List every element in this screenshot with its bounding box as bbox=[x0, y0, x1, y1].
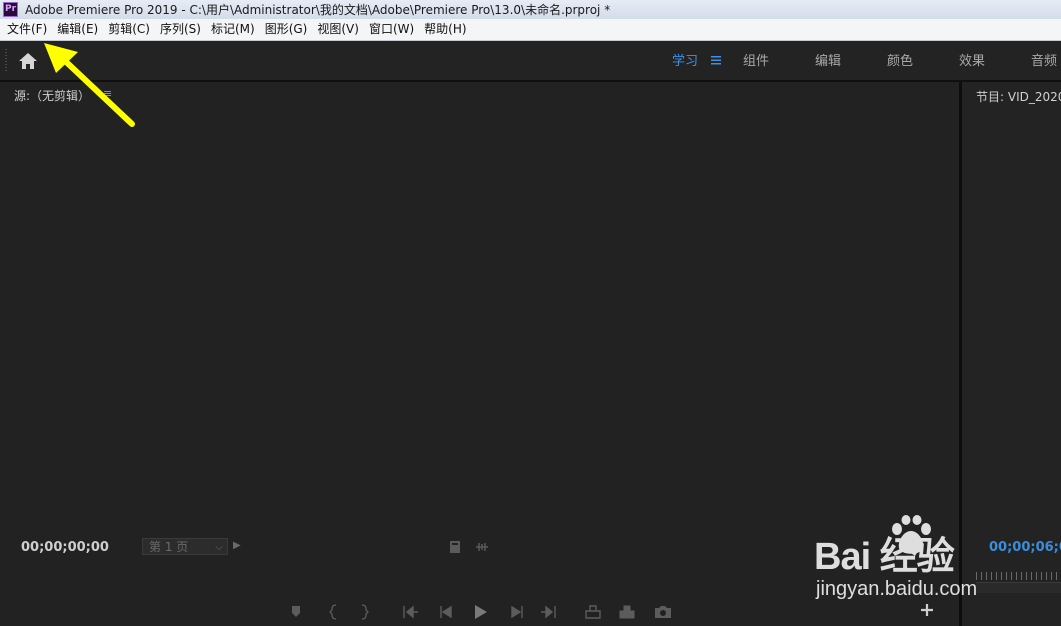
workspace-tab-learning[interactable]: 学习 bbox=[672, 50, 698, 69]
menu-bar: 文件(F) 编辑(E) 剪辑(C) 序列(S) 标记(M) 图形(G) 视图(V… bbox=[0, 19, 1061, 41]
mark-in-icon bbox=[329, 604, 337, 620]
menu-edit[interactable]: 编辑(E) bbox=[53, 20, 102, 39]
menu-window[interactable]: 窗口(W) bbox=[365, 20, 418, 39]
menu-view[interactable]: 视图(V) bbox=[313, 20, 363, 39]
workspace-tab-effects[interactable]: 效果 bbox=[959, 50, 985, 69]
add-marker-icon bbox=[292, 606, 300, 617]
source-settings-icons bbox=[450, 541, 488, 553]
source-timecode[interactable]: 00;00;00;00 bbox=[21, 540, 109, 555]
baidu-jingyan-watermark: Bai 经验 jingyan.baidu.com bbox=[814, 515, 1014, 605]
transport-controls bbox=[292, 604, 671, 620]
go-to-out-icon bbox=[541, 605, 556, 619]
toolbar-grip-icon[interactable] bbox=[5, 49, 7, 71]
add-button-icon[interactable] bbox=[920, 603, 934, 617]
chevron-down-icon: ⌵ bbox=[215, 542, 223, 553]
menu-graphics[interactable]: 图形(G) bbox=[261, 20, 312, 39]
page-select-value: 第 1 页 bbox=[149, 540, 189, 554]
program-monitor-tab[interactable]: 节目: VID_20200 bbox=[976, 88, 1061, 105]
menu-file[interactable]: 文件(F) bbox=[3, 20, 51, 39]
window-titlebar: Pr Adobe Premiere Pro 2019 - C:\用户\Admin… bbox=[0, 0, 1061, 19]
premiere-app-icon: Pr bbox=[3, 2, 18, 17]
home-icon[interactable] bbox=[17, 51, 39, 71]
menu-clip[interactable]: 剪辑(C) bbox=[104, 20, 154, 39]
insert-icon bbox=[585, 605, 601, 619]
menu-help[interactable]: 帮助(H) bbox=[420, 20, 470, 39]
source-monitor-tab[interactable]: 源:（无剪辑） bbox=[14, 87, 90, 104]
workspace-tab-assembly[interactable]: 组件 bbox=[743, 50, 769, 69]
menu-sequence[interactable]: 序列(S) bbox=[156, 20, 205, 39]
mark-out-icon bbox=[361, 604, 369, 620]
watermark-logo: Bai 经验 bbox=[814, 536, 955, 578]
workspace-tab-editing[interactable]: 编辑 bbox=[815, 50, 841, 69]
audio-waveform-icon bbox=[476, 543, 488, 551]
page-next-icon[interactable]: ▶ bbox=[233, 540, 241, 551]
workspace-bar: 学习 组件 编辑 颜色 效果 音频 bbox=[0, 41, 1061, 82]
watermark-url: jingyan.baidu.com bbox=[816, 578, 978, 600]
menu-markers[interactable]: 标记(M) bbox=[207, 20, 259, 39]
workspace-tab-color[interactable]: 颜色 bbox=[887, 50, 913, 69]
clip-settings-icon bbox=[450, 541, 460, 553]
workspace-tab-audio[interactable]: 音频 bbox=[1031, 50, 1057, 69]
page-select-dropdown[interactable]: 第 1 页 ⌵ bbox=[142, 538, 228, 555]
go-to-in-icon bbox=[403, 605, 418, 619]
window-title: Adobe Premiere Pro 2019 - C:\用户\Administ… bbox=[25, 3, 611, 17]
step-back-icon bbox=[440, 605, 452, 619]
panel-menu-icon[interactable]: ≡ bbox=[103, 87, 112, 100]
workspace-menu-icon[interactable] bbox=[710, 53, 722, 67]
play-icon bbox=[475, 605, 487, 619]
overwrite-icon bbox=[619, 605, 635, 619]
step-forward-icon bbox=[511, 605, 523, 619]
